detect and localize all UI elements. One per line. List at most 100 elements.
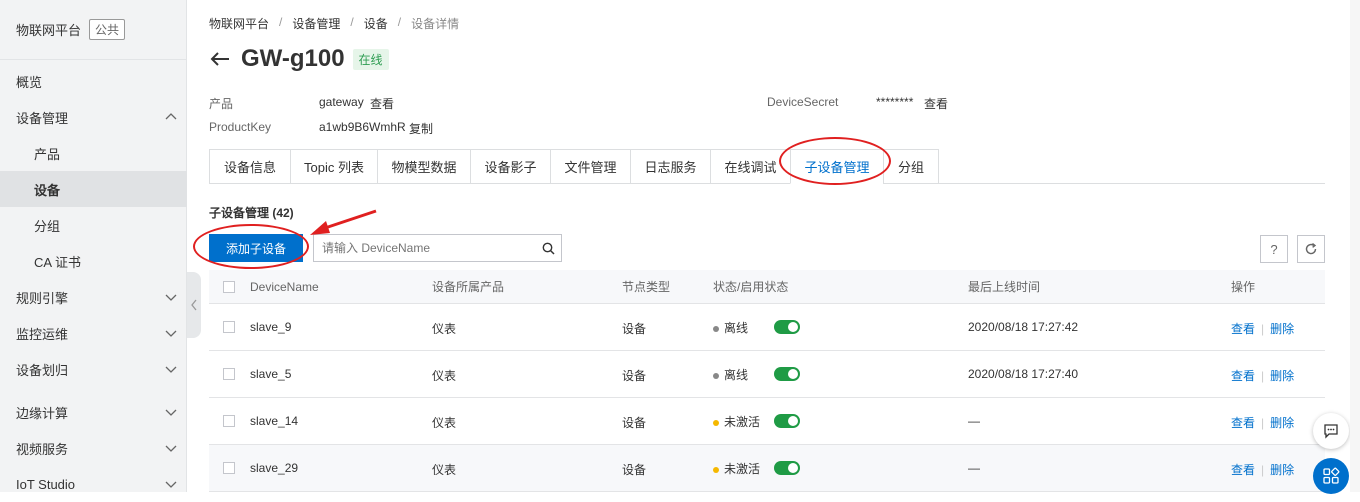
delete-link[interactable]: 删除 [1270,416,1294,430]
view-link[interactable]: 查看 [1231,322,1255,336]
sidebar-item-iot-studio[interactable]: IoT Studio [0,466,187,502]
refresh-button[interactable] [1297,235,1325,263]
sidebar-item-device-assignment[interactable]: 设备划归 [0,351,187,387]
row-checkbox[interactable] [223,368,235,380]
status-text: 未激活 [724,462,761,476]
apps-icon [1323,467,1340,484]
region-tag[interactable]: 公共 [89,19,126,40]
row-checkbox[interactable] [223,462,235,474]
sidebar-item-label: 分组 [34,218,61,234]
table-row: slave_29 仪表 设备 未激活 — 查看 | 删除 [209,445,1325,492]
table-row: slave_5 仪表 设备 离线 2020/08/18 17:27:40 查看 |… [209,351,1325,398]
actions: 查看 | 删除 [1231,463,1295,477]
sidebar-collapse-handle[interactable] [187,272,201,338]
chevron-down-icon [165,445,177,452]
meta-devicesecret: DeviceSecret ******** 查看 [767,95,1067,112]
sidebar-item-label: 边缘计算 [16,405,69,421]
sidebar-item-edge-computing[interactable]: 边缘计算 [0,394,187,430]
node-type: 设备 [622,322,647,336]
sidebar-item-label: CA 证书 [34,254,81,270]
tab-device-shadow[interactable]: 设备影子 [470,149,550,184]
chevron-down-icon [165,409,177,416]
enable-toggle[interactable] [774,320,800,334]
feedback-button[interactable] [1313,413,1349,449]
breadcrumb-item[interactable]: 设备管理 [292,15,340,32]
sidebar-item-product[interactable]: 产品 [0,135,187,171]
annotation-arrow-icon [310,209,377,235]
device-name: slave_5 [250,367,292,381]
view-link[interactable]: 查看 [1231,369,1255,383]
column-header: 节点类型 [622,280,671,294]
status-dot [713,325,719,332]
meta-label: DeviceSecret [767,95,839,109]
node-type: 设备 [622,463,647,477]
chevron-down-icon [165,481,177,488]
search-icon[interactable] [542,242,555,255]
sidebar-item-label: 设备 [34,182,61,198]
delete-link[interactable]: 删除 [1270,463,1294,477]
tab-online-debug[interactable]: 在线调试 [710,149,790,184]
breadcrumb: 物联网平台 / 设备管理 / 设备 / 设备详情 [209,15,460,32]
sidebar-item-label: 产品 [34,146,61,162]
status-badge: 在线 [352,48,389,70]
sidebar-item-label: 概览 [16,74,43,90]
status-text: 未激活 [724,415,761,429]
title-row: GW-g100 在线 [209,45,389,73]
sidebar-item-label: 监控运维 [16,326,69,342]
tab-device-info[interactable]: 设备信息 [209,149,290,184]
view-link[interactable]: 查看 [1231,416,1255,430]
breadcrumb-item-current: 设备详情 [411,17,460,31]
delete-link[interactable]: 删除 [1270,322,1294,336]
scrollbar[interactable] [1350,0,1360,492]
sidebar-item-device[interactable]: 设备 [0,171,187,207]
select-all-checkbox[interactable] [223,281,235,293]
column-header: 操作 [1231,280,1256,294]
meta-productkey: ProductKey a1wb9B6WmhR 复制 [209,120,809,137]
sidebar-item-label: IoT Studio [16,476,76,492]
sidebar-item-device-management[interactable]: 设备管理 [0,99,187,135]
productkey-copy-link[interactable]: 复制 [409,120,433,137]
device-product: 仪表 [432,322,457,336]
tab-file-management[interactable]: 文件管理 [550,149,630,184]
tab-group[interactable]: 分组 [883,149,939,184]
column-header: DeviceName [250,279,319,294]
sidebar-item-overview[interactable]: 概览 [0,63,187,99]
sidebar-item-ca-cert[interactable]: CA 证书 [0,243,187,279]
secret-view-link[interactable]: 查看 [924,95,948,112]
delete-link[interactable]: 删除 [1270,369,1294,383]
status-dot [713,419,719,426]
status-dot [713,466,719,473]
node-type: 设备 [622,416,647,430]
sidebar-title: 物联网平台 [16,23,82,38]
product-value: gateway [319,95,364,109]
annotation-ellipse-button [193,224,309,269]
status-dot [713,372,719,379]
product-view-link[interactable]: 查看 [370,95,394,112]
sidebar-item-group[interactable]: 分组 [0,207,187,243]
sidebar-item-rule-engine[interactable]: 规则引擎 [0,279,187,315]
device-name: slave_9 [250,320,292,334]
tab-log-service[interactable]: 日志服务 [630,149,710,184]
breadcrumb-item[interactable]: 设备 [364,15,388,32]
last-online-time: 2020/08/18 17:27:42 [968,320,1079,334]
device-product: 仪表 [432,416,457,430]
app-menu-button[interactable] [1313,458,1349,494]
help-button[interactable]: ? [1260,235,1288,263]
column-header: 设备所属产品 [432,280,505,294]
enable-toggle[interactable] [774,367,800,381]
view-link[interactable]: 查看 [1231,463,1255,477]
enable-toggle[interactable] [774,461,800,475]
row-checkbox[interactable] [223,321,235,333]
enable-toggle[interactable] [774,414,800,428]
status: 未激活 [713,460,760,477]
row-checkbox[interactable] [223,415,235,427]
help-icon: ? [1270,241,1278,257]
sidebar-item-video-service[interactable]: 视频服务 [0,430,187,466]
back-arrow-icon[interactable] [209,50,231,68]
tab-topic-list[interactable]: Topic 列表 [290,149,377,184]
breadcrumb-item[interactable]: 物联网平台 [209,15,269,32]
sidebar-item-monitoring[interactable]: 监控运维 [0,315,187,351]
tab-thing-model-data[interactable]: 物模型数据 [377,149,470,184]
chat-icon [1324,424,1338,439]
annotation-ellipse-tab [779,137,891,185]
